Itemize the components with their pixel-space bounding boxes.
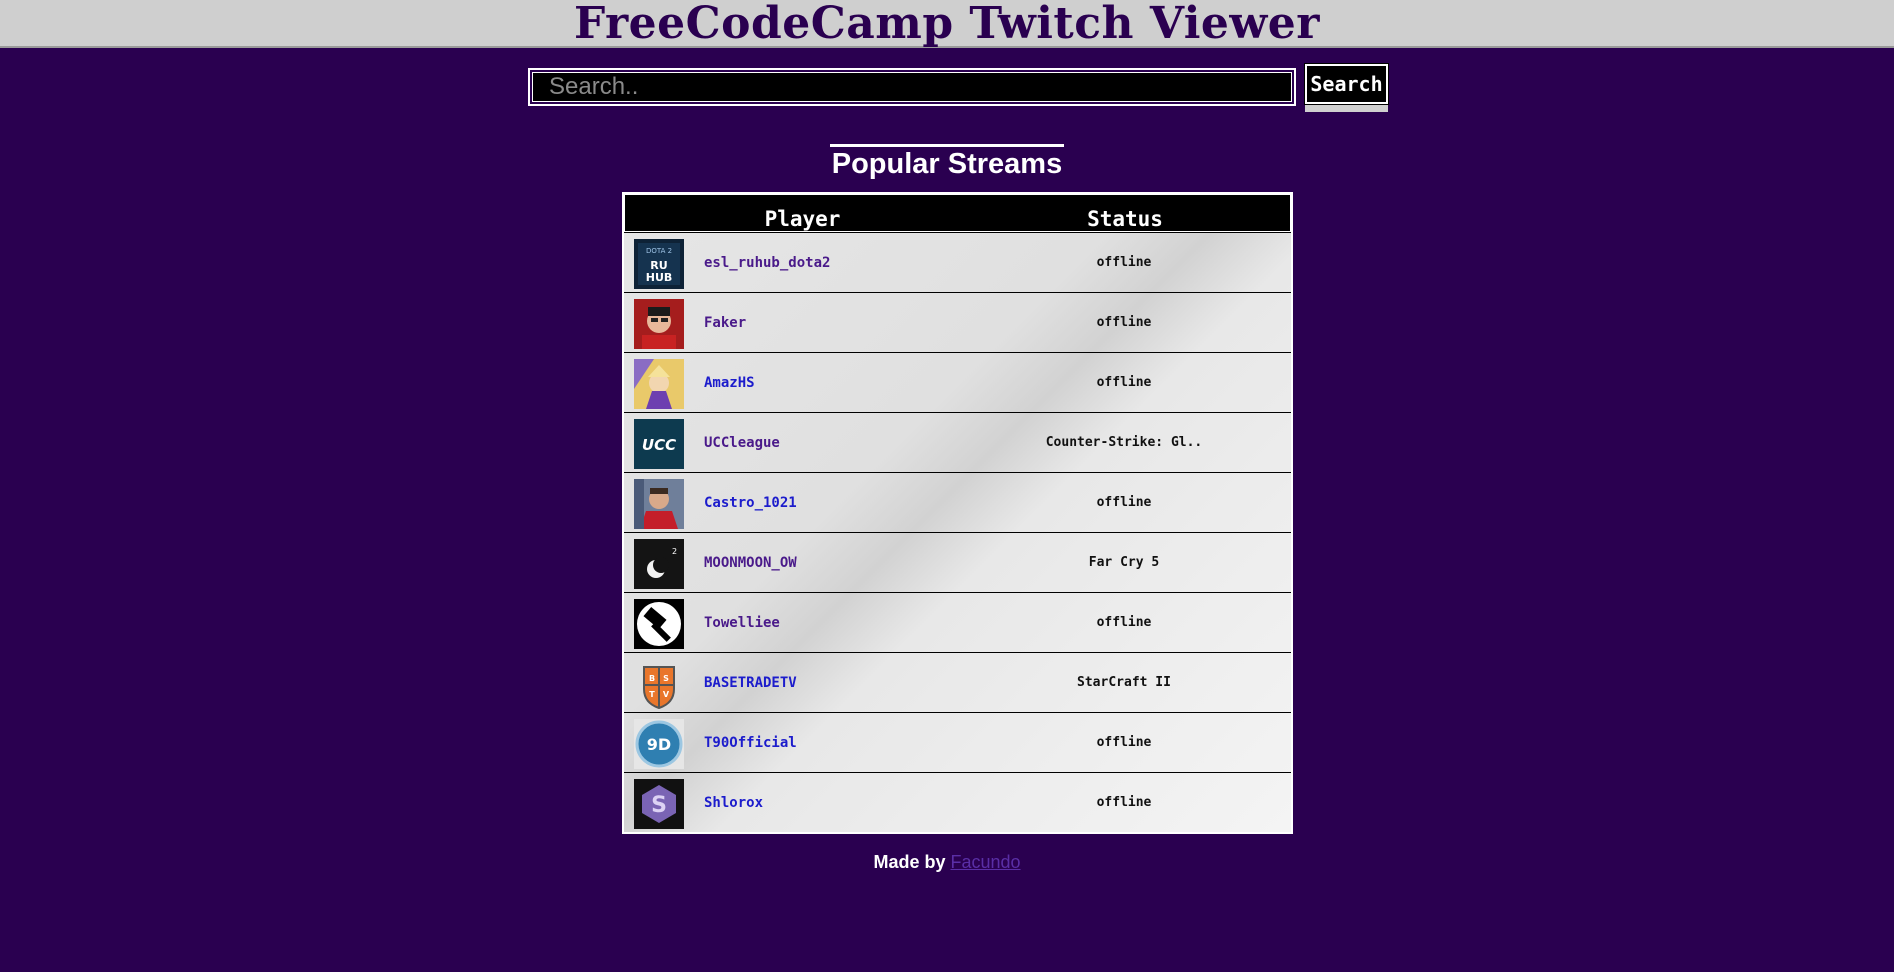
footer: Made by Facundo — [0, 852, 1894, 873]
table-row: BSTV BASETRADETV StarCraft II — [624, 652, 1291, 712]
player-link[interactable]: BASETRADETV — [704, 653, 797, 713]
footer-prefix: Made by — [873, 852, 951, 872]
amazhs-avatar-icon — [634, 359, 684, 409]
hammer-logo-icon — [634, 599, 684, 649]
svg-text:S: S — [663, 674, 669, 683]
faker-avatar-icon — [634, 299, 684, 349]
shlorox-logo-icon: S — [634, 779, 684, 829]
stream-status: offline — [1096, 375, 1152, 390]
ruhub-logo-icon: DOTA 2 RU HUB — [634, 239, 684, 289]
svg-text:S: S — [651, 793, 667, 818]
player-link[interactable]: AmazHS — [704, 353, 755, 413]
table-row: Towelliee offline — [624, 592, 1291, 652]
castro-avatar-icon — [634, 479, 684, 529]
table-row: 9D T90Official offline — [624, 712, 1291, 772]
column-header-status: Status — [1087, 207, 1163, 231]
stream-status: Counter-Strike: Gl.. — [1045, 435, 1203, 450]
btv-shield-icon: BSTV — [634, 659, 684, 709]
table-row: Faker offline — [624, 292, 1291, 352]
player-link[interactable]: Faker — [704, 293, 746, 353]
section-heading: Popular Streams — [0, 144, 1894, 181]
svg-text:2: 2 — [672, 547, 677, 556]
player-link[interactable]: T90Official — [704, 713, 797, 773]
player-link[interactable]: Towelliee — [704, 593, 780, 653]
svg-text:B: B — [649, 674, 655, 683]
stream-status: offline — [1096, 615, 1152, 630]
table-row: Castro_1021 offline — [624, 472, 1291, 532]
table-row: DOTA 2 RU HUB esl_ruhub_dota2 offline — [624, 232, 1291, 292]
player-link[interactable]: Shlorox — [704, 773, 763, 833]
svg-text:V: V — [663, 690, 670, 699]
popular-streams-title: Popular Streams — [829, 144, 1065, 181]
svg-text:9D: 9D — [647, 735, 671, 754]
player-link[interactable]: Castro_1021 — [704, 473, 797, 533]
stream-status: offline — [1096, 495, 1152, 510]
streams-table: Player Status DOTA 2 RU HUB esl_ruhub_dota… — [622, 192, 1293, 834]
player-link[interactable]: esl_ruhub_dota2 — [704, 233, 830, 293]
svg-text:DOTA 2: DOTA 2 — [646, 247, 672, 255]
stream-status: StarCraft II — [1077, 675, 1171, 690]
moon-logo-icon: 2 — [634, 539, 684, 589]
table-header: Player Status — [624, 194, 1291, 232]
table-row: S Shlorox offline — [624, 772, 1291, 832]
svg-text:T: T — [649, 690, 655, 699]
svg-text:HUB: HUB — [646, 271, 673, 284]
svg-text:UCC: UCC — [642, 436, 676, 454]
player-link[interactable]: UCCleague — [704, 413, 780, 473]
search-button-container: Search — [1304, 63, 1389, 112]
ucc-logo-icon: UCC — [634, 419, 684, 469]
table-row: UCC UCCleague Counter-Strike: Gl.. — [624, 412, 1291, 472]
page-title: FreeCodeCamp Twitch Viewer — [574, 0, 1320, 49]
stream-status: offline — [1096, 735, 1152, 750]
column-header-player: Player — [764, 207, 841, 231]
stream-status: offline — [1096, 795, 1152, 810]
search-button[interactable]: Search — [1304, 63, 1389, 105]
top-bar: FreeCodeCamp Twitch Viewer — [0, 0, 1894, 48]
search-input[interactable] — [532, 72, 1292, 102]
stream-status: Far Cry 5 — [1088, 555, 1160, 570]
stream-status: offline — [1096, 255, 1152, 270]
player-link[interactable]: MOONMOON_OW — [704, 533, 797, 593]
search-box — [528, 68, 1296, 106]
table-row: AmazHS offline — [624, 352, 1291, 412]
stream-status: offline — [1096, 315, 1152, 330]
table-row: 2 MOONMOON_OW Far Cry 5 — [624, 532, 1291, 592]
author-link[interactable]: Facundo — [950, 852, 1020, 872]
t90-logo-icon: 9D — [634, 719, 684, 769]
